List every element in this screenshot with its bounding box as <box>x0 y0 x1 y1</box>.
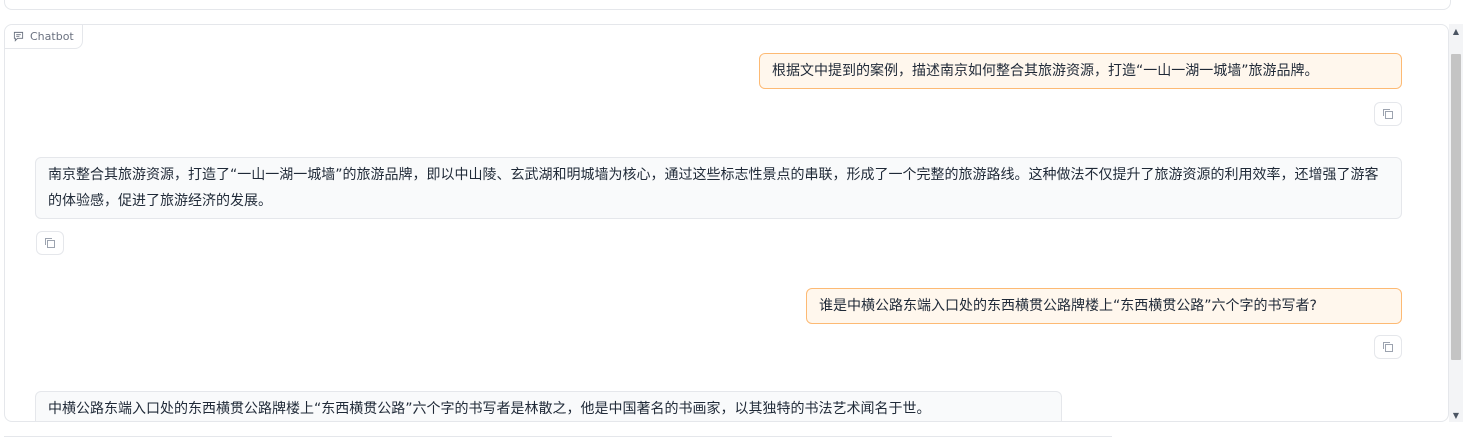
copy-icon <box>44 234 56 253</box>
bot-message: 南京整合其旅游资源，打造了“一山一湖一城墙”的旅游品牌，即以中山陵、玄武湖和明城… <box>35 157 1402 219</box>
previous-panel-edge <box>4 0 1451 10</box>
message-text: 南京整合其旅游资源，打造了“一山一湖一城墙”的旅游品牌，即以中山陵、玄武湖和明城… <box>48 167 1379 209</box>
chatbot-label-text: Chatbot <box>30 30 74 43</box>
scroll-down-arrow[interactable]: ▼ <box>1449 408 1463 422</box>
copy-button[interactable] <box>36 231 64 255</box>
chatbot-panel: Chatbot 根据文中提到的案例，描述南京如何整合其旅游资源，打造“一山一湖一… <box>4 24 1449 422</box>
chat-scrollbar[interactable]: ▲ ▼ <box>1449 24 1463 422</box>
copy-button[interactable] <box>1374 335 1402 359</box>
chat-bubble-icon <box>13 31 24 42</box>
bot-message: 中横公路东端入口处的东西横贯公路牌楼上“东西横贯公路”六个字的书写者是林散之，他… <box>35 391 1062 421</box>
user-message: 谁是中横公路东端入口处的东西横贯公路牌楼上“东西横贯公路”六个字的书写者? <box>806 288 1402 324</box>
copy-icon <box>1382 105 1394 124</box>
user-message: 根据文中提到的案例，描述南京如何整合其旅游资源，打造“一山一湖一城墙”旅游品牌。 <box>759 53 1402 89</box>
copy-button[interactable] <box>1374 102 1402 126</box>
scroll-up-arrow[interactable]: ▲ <box>1449 24 1463 38</box>
next-panel-edge <box>4 436 1112 445</box>
scroll-thumb[interactable] <box>1451 54 1461 360</box>
copy-icon <box>1382 338 1394 357</box>
message-text: 谁是中横公路东端入口处的东西横贯公路牌楼上“东西横贯公路”六个字的书写者? <box>819 298 1317 314</box>
chatbot-label: Chatbot <box>5 25 83 49</box>
message-text: 中横公路东端入口处的东西横贯公路牌楼上“东西横贯公路”六个字的书写者是林散之，他… <box>48 401 931 417</box>
message-list: 根据文中提到的案例，描述南京如何整合其旅游资源，打造“一山一湖一城墙”旅游品牌。… <box>5 25 1448 421</box>
message-text: 根据文中提到的案例，描述南京如何整合其旅游资源，打造“一山一湖一城墙”旅游品牌。 <box>772 63 1319 79</box>
